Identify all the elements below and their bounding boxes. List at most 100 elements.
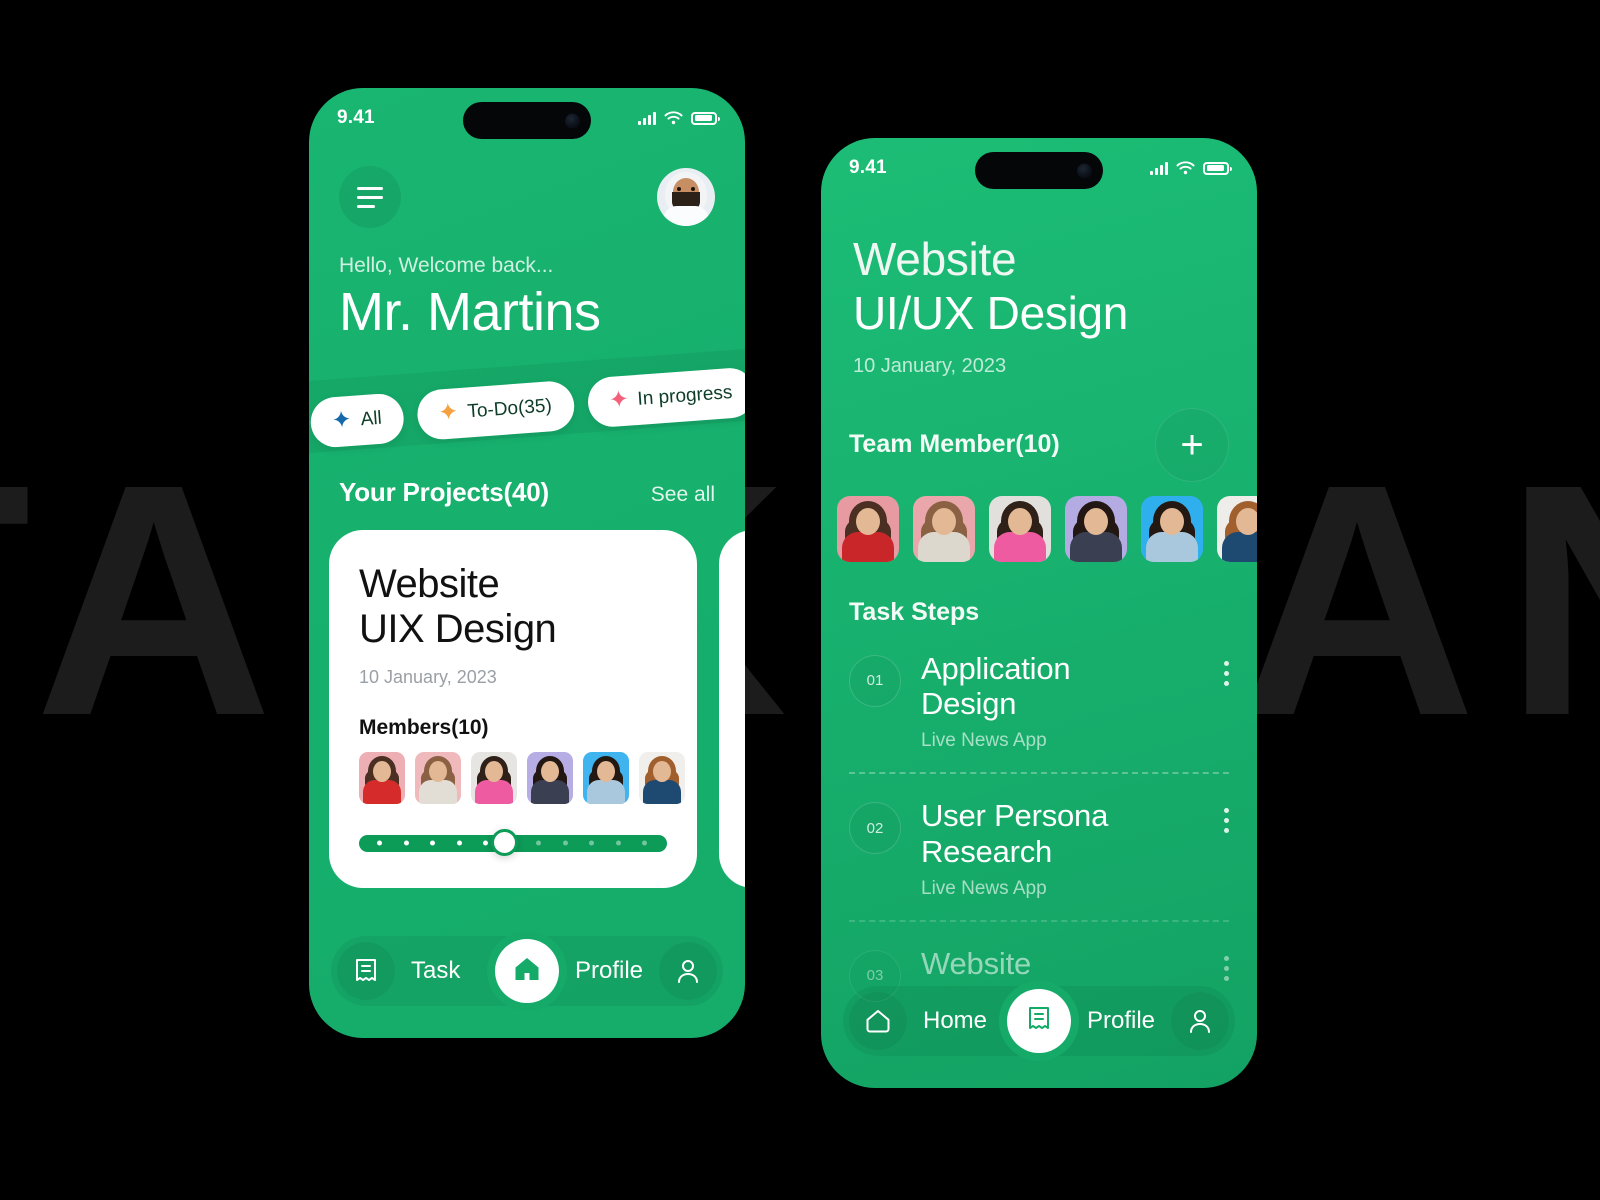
progress-dot: [615, 840, 621, 846]
progress-dot: [403, 840, 409, 846]
home-outline-icon: [849, 992, 907, 1050]
greeting-block: Hello, Welcome back... Mr. Martins: [309, 228, 745, 341]
nav-label-profile-2: Profile: [1086, 1007, 1155, 1034]
member-avatar[interactable]: [583, 751, 629, 804]
team-member-avatar[interactable]: [989, 495, 1051, 562]
kebab-menu-icon[interactable]: [1224, 946, 1229, 981]
progress-dot: [589, 840, 595, 846]
nav-item-task-active[interactable]: [1007, 989, 1071, 1053]
add-team-member-button[interactable]: +: [1155, 407, 1229, 482]
project-title-line1: Website: [359, 561, 500, 606]
team-member-header: Team Member(10) +: [821, 378, 1257, 482]
nav-item-home-active[interactable]: [495, 939, 559, 1003]
team-member-avatar[interactable]: [913, 495, 975, 562]
detail-date: 10 January, 2023: [853, 354, 1007, 377]
status-time-2: 9.41: [849, 157, 887, 178]
member-avatar[interactable]: [639, 751, 685, 804]
cell-signal-icon: [638, 111, 656, 125]
background-watermark: TASK MAN: [0, 415, 1600, 784]
wifi-icon: [1176, 161, 1195, 175]
filter-chip-label: All: [359, 407, 383, 430]
hamburger-menu-icon[interactable]: [339, 166, 401, 228]
nav-label-task: Task: [411, 957, 461, 984]
filter-chip-all[interactable]: All: [309, 391, 406, 449]
progress-dot: [642, 840, 648, 846]
team-member-avatars[interactable]: [821, 482, 1257, 562]
person-icon: [1171, 992, 1229, 1050]
task-step-row[interactable]: 02 User Persona Research Live News App: [849, 772, 1229, 920]
progress-dot: [562, 840, 568, 846]
home-icon: [513, 955, 541, 988]
nav-item-task[interactable]: Task: [337, 942, 460, 1000]
task-step-subtitle: Live News App: [921, 730, 1047, 752]
task-receipt-icon: [337, 942, 395, 1000]
team-member-avatar[interactable]: [1141, 495, 1203, 562]
status-bar-2: 9.41: [821, 138, 1257, 198]
detail-title-block: Website UI/UX Design 10 January, 2023: [821, 198, 1257, 378]
task-receipt-icon: [1026, 1005, 1052, 1038]
battery-icon: [1203, 161, 1232, 175]
sparkle-icon: [439, 401, 459, 425]
phone-mockup-detail: 9.41 Website UI/UX Design 10 January, 20…: [821, 138, 1257, 1088]
nav-item-profile-2[interactable]: Profile: [1087, 992, 1229, 1050]
member-avatar[interactable]: [359, 751, 405, 804]
battery-icon: [691, 111, 720, 125]
team-member-label: Team Member(10): [849, 430, 1060, 459]
cell-signal-icon: [1150, 161, 1168, 175]
member-avatar[interactable]: [471, 751, 517, 804]
project-members-label: Members(10): [359, 715, 489, 739]
status-time: 9.41: [337, 107, 375, 128]
detail-title-line1: Website: [853, 233, 1017, 285]
sparkle-icon: [332, 409, 352, 433]
sparkle-icon: [609, 389, 629, 413]
project-title-line2: UIX Design: [359, 607, 557, 652]
task-step-number: 02: [849, 802, 901, 855]
see-all-link[interactable]: See all: [651, 483, 715, 507]
detail-title-line2: UI/UX Design: [853, 287, 1129, 340]
task-step-number: 01: [849, 654, 901, 707]
bottom-navigation-2[interactable]: Home Profile: [843, 986, 1235, 1056]
nav-label-profile: Profile: [574, 957, 643, 984]
task-step-title: Website: [921, 945, 1032, 981]
project-card-date: 10 January, 2023: [359, 666, 497, 687]
project-progress-slider[interactable]: [359, 828, 667, 856]
home-header: [309, 148, 745, 228]
kebab-menu-icon[interactable]: [1224, 651, 1229, 686]
task-steps-label: Task Steps: [849, 597, 980, 626]
phone-mockup-home: 9.41 Hello, Welcome back... Mr. Martins: [309, 88, 745, 1038]
team-member-avatar[interactable]: [1217, 495, 1257, 562]
greeting-hello: Hello, Welcome back...: [339, 254, 554, 277]
filter-chip-label: In progress: [636, 381, 734, 410]
task-step-title: Application Design: [921, 650, 1071, 721]
member-avatar[interactable]: [527, 751, 573, 804]
filter-chip-label: To-Do(35): [466, 394, 553, 423]
nav-item-home[interactable]: Home: [849, 992, 987, 1050]
dynamic-island: [463, 102, 591, 139]
greeting-name: Mr. Martins: [339, 282, 601, 342]
project-card-title: Website UIX Design: [359, 562, 609, 653]
task-step-row[interactable]: 01 Application Design Live News App: [849, 627, 1229, 773]
wifi-icon: [664, 111, 683, 125]
status-bar: 9.41: [309, 88, 745, 148]
project-member-avatars[interactable]: [359, 751, 685, 804]
member-avatar[interactable]: [415, 751, 461, 804]
progress-dot: [377, 840, 383, 846]
dynamic-island-2: [975, 152, 1103, 189]
projects-section-header: Your Projects(40) See all: [309, 467, 745, 508]
team-member-avatar[interactable]: [837, 495, 899, 562]
task-steps-list[interactable]: 01 Application Design Live News App 02 User …: [821, 627, 1257, 1022]
project-card[interactable]: Website UIX Design 10 January, 2023 Memb…: [329, 529, 697, 888]
progress-dot: [456, 840, 462, 846]
nav-item-profile[interactable]: Profile: [575, 942, 717, 1000]
progress-dot: [536, 840, 542, 846]
task-step-title: User Persona Research: [921, 798, 1109, 869]
team-member-avatar[interactable]: [1065, 495, 1127, 562]
project-card-next[interactable]: [719, 529, 745, 888]
project-card-carousel[interactable]: Website UIX Design 10 January, 2023 Memb…: [309, 529, 745, 900]
screenshot-stage: TASK MAN 9.41 Hello, Welcome back...: [0, 0, 1600, 1200]
nav-label-home: Home: [923, 1007, 988, 1034]
kebab-menu-icon[interactable]: [1224, 798, 1229, 834]
user-avatar[interactable]: [657, 168, 715, 226]
bottom-navigation[interactable]: Task Profile: [331, 936, 723, 1006]
filter-chip-band: All To-Do(35) In progress: [309, 345, 745, 467]
